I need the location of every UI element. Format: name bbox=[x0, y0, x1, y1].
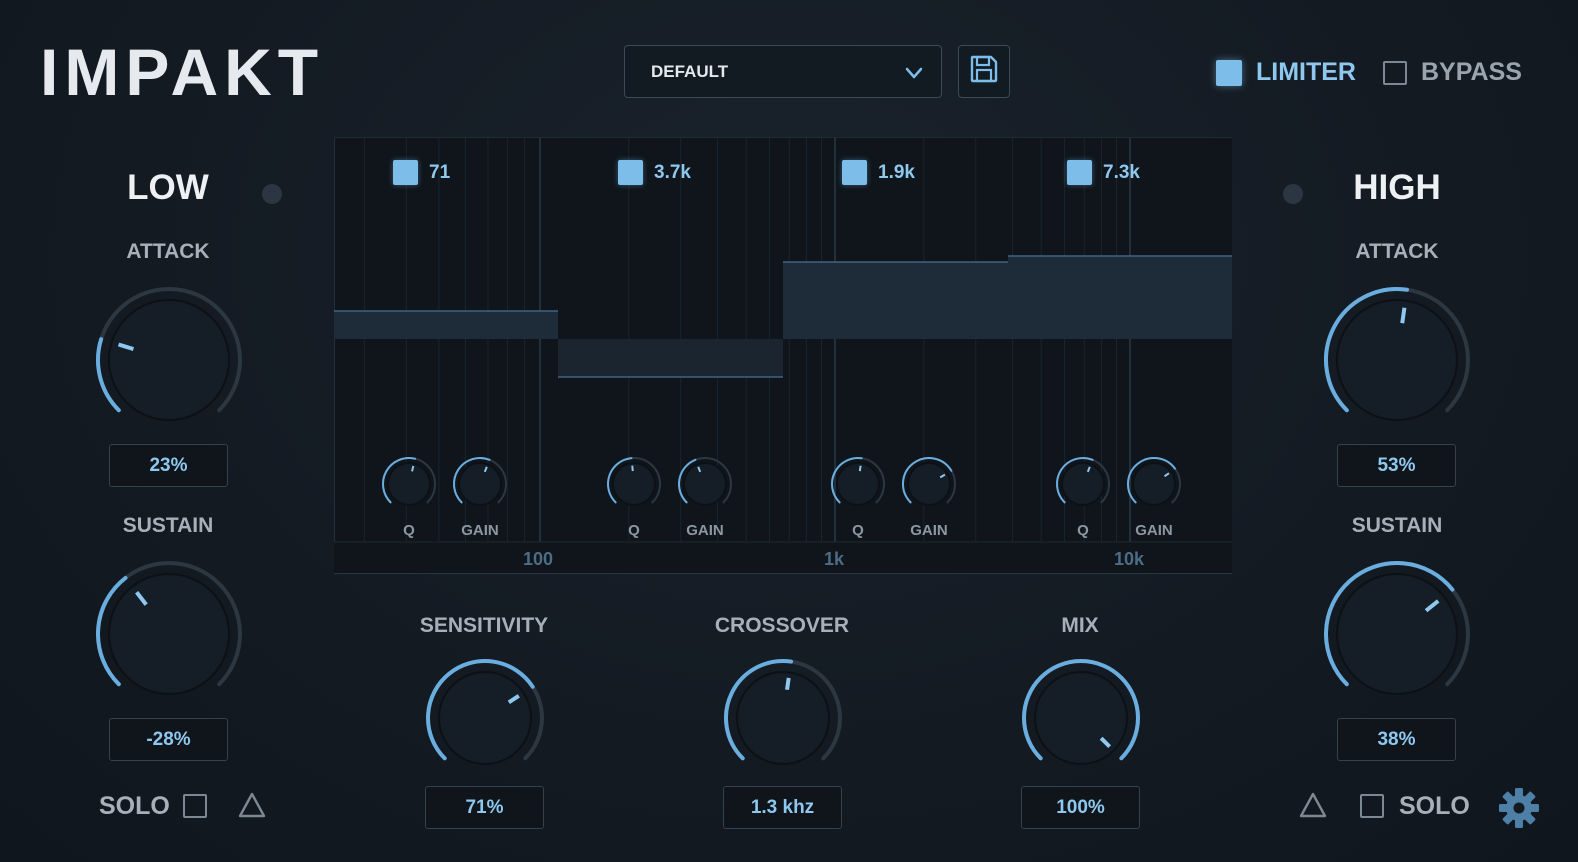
band-4-gain-label: GAIN bbox=[1135, 522, 1173, 539]
band-4-q-knob[interactable] bbox=[1054, 455, 1112, 513]
high-attack-value[interactable]: 53% bbox=[1337, 444, 1456, 487]
band-1-frequency: 71 bbox=[429, 161, 451, 183]
band-1-q-knob[interactable] bbox=[380, 455, 438, 513]
low-attack-knob[interactable] bbox=[94, 285, 244, 435]
band-2-enable-checkbox[interactable] bbox=[618, 160, 643, 185]
app-logo: IMPAKT bbox=[40, 35, 325, 109]
band-3-gain-knob[interactable] bbox=[900, 455, 958, 513]
band-3-enable-checkbox[interactable] bbox=[842, 160, 867, 185]
high-band-indicator bbox=[1283, 184, 1303, 204]
band-1-gain-region bbox=[334, 311, 558, 339]
band-2-q-label: Q bbox=[628, 522, 640, 539]
band-2-gain-region bbox=[558, 339, 783, 377]
limiter-label: LIMITER bbox=[1256, 58, 1356, 86]
band-3-gain-region bbox=[783, 262, 1008, 339]
band-1-enable-checkbox[interactable] bbox=[393, 160, 418, 185]
sensitivity-label: SENSITIVITY bbox=[419, 614, 549, 637]
high-sustain-value[interactable]: 38% bbox=[1337, 718, 1456, 761]
band-4-enable-checkbox[interactable] bbox=[1067, 160, 1092, 185]
mix-label: MIX bbox=[1061, 614, 1099, 637]
band-2-gain-label: GAIN bbox=[686, 522, 724, 539]
band-2-header[interactable]: 3.7k bbox=[618, 160, 691, 185]
band-3-gain-label: GAIN bbox=[910, 522, 948, 539]
mix-knob[interactable] bbox=[1020, 657, 1142, 779]
band-3-q-label: Q bbox=[852, 522, 864, 539]
high-solo-label: SOLO bbox=[1399, 792, 1470, 820]
crossover-knob[interactable] bbox=[722, 657, 844, 779]
bypass-toggle[interactable]: BYPASS bbox=[1383, 58, 1522, 87]
save-icon bbox=[969, 54, 999, 89]
high-band-title: HIGH bbox=[1353, 168, 1441, 207]
band-3-header[interactable]: 1.9k bbox=[842, 160, 915, 185]
low-solo-checkbox[interactable] bbox=[183, 794, 207, 818]
high-sustain-label: SUSTAIN bbox=[1351, 514, 1443, 537]
crossover-value[interactable]: 1.3 khz bbox=[723, 786, 842, 829]
bypass-label: BYPASS bbox=[1421, 58, 1522, 86]
band-2-q-knob[interactable] bbox=[605, 455, 663, 513]
high-attack-label: ATTACK bbox=[1355, 240, 1439, 263]
low-attack-label: ATTACK bbox=[126, 240, 210, 263]
low-sustain-value[interactable]: -28% bbox=[109, 718, 228, 761]
sensitivity-value[interactable]: 71% bbox=[425, 786, 544, 829]
low-sustain-knob[interactable] bbox=[94, 559, 244, 709]
axis-label-10k: 10k bbox=[1114, 549, 1145, 569]
band-1-q-label: Q bbox=[403, 522, 415, 539]
band-3-q-knob[interactable] bbox=[829, 455, 887, 513]
band-4-gain-knob[interactable] bbox=[1125, 455, 1183, 513]
crossover-label: CROSSOVER bbox=[714, 614, 850, 637]
band-3-frequency: 1.9k bbox=[878, 161, 915, 183]
high-triangle-icon[interactable] bbox=[1298, 791, 1328, 824]
band-1-gain-label: GAIN bbox=[461, 522, 499, 539]
sensitivity-knob[interactable] bbox=[424, 657, 546, 779]
band-1-gain-knob[interactable] bbox=[451, 455, 509, 513]
band-4-header[interactable]: 7.3k bbox=[1067, 160, 1140, 185]
band-4-q-label: Q bbox=[1077, 522, 1089, 539]
band-2-frequency: 3.7k bbox=[654, 161, 691, 183]
high-sustain-knob[interactable] bbox=[1322, 559, 1472, 709]
low-triangle-icon[interactable] bbox=[237, 791, 267, 824]
low-sustain-label: SUSTAIN bbox=[122, 514, 214, 537]
band-4-gain-region bbox=[1008, 256, 1232, 339]
low-attack-value[interactable]: 23% bbox=[109, 444, 228, 487]
low-solo-label: SOLO bbox=[99, 792, 170, 820]
low-band-indicator bbox=[262, 184, 282, 204]
high-solo-checkbox[interactable] bbox=[1360, 794, 1384, 818]
eq-display[interactable]: 71 3.7k 1.9k 7.3k Q GAIN Q GAIN Q GAIN Q… bbox=[334, 137, 1232, 574]
axis-label-100: 100 bbox=[523, 549, 554, 569]
bypass-checkbox[interactable] bbox=[1383, 60, 1407, 85]
band-1-header[interactable]: 71 bbox=[393, 160, 450, 185]
band-4-frequency: 7.3k bbox=[1103, 161, 1140, 183]
axis-label-1k: 1k bbox=[824, 549, 845, 569]
mix-value[interactable]: 100% bbox=[1021, 786, 1140, 829]
low-band-title: LOW bbox=[127, 168, 209, 207]
limiter-toggle[interactable]: LIMITER bbox=[1216, 58, 1356, 87]
preset-value: DEFAULT bbox=[651, 61, 729, 81]
limiter-checkbox[interactable] bbox=[1216, 59, 1242, 86]
save-preset-button[interactable] bbox=[958, 45, 1010, 98]
chevron-down-icon bbox=[903, 62, 925, 89]
preset-dropdown[interactable]: DEFAULT bbox=[624, 45, 942, 98]
high-attack-knob[interactable] bbox=[1322, 285, 1472, 435]
band-2-gain-knob[interactable] bbox=[676, 455, 734, 513]
settings-gear-icon[interactable] bbox=[1497, 786, 1541, 835]
